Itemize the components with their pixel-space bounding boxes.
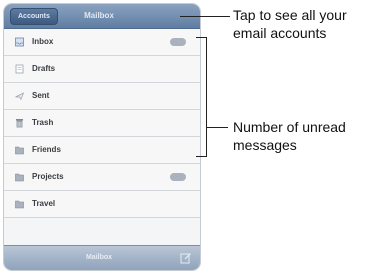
mailbox-label: Inbox xyxy=(32,37,54,46)
folder-icon xyxy=(15,199,24,209)
mailbox-row-sent[interactable]: Sent xyxy=(4,83,200,110)
unread-count-badge xyxy=(170,38,186,46)
mailbox-row-trash[interactable]: Trash xyxy=(4,110,200,137)
accounts-callout-line xyxy=(180,16,230,17)
mailbox-row-travel[interactable]: Travel xyxy=(4,191,200,218)
navbar-title: Mailbox xyxy=(84,11,114,20)
mailbox-list: Inbox Drafts Sent Trash Friends Projects… xyxy=(4,29,200,218)
callout-line-text: Tap to see all your xyxy=(233,7,347,23)
unread-callout-text: Number of unread messages xyxy=(233,118,383,154)
mailbox-label: Drafts xyxy=(32,64,56,73)
callout-line-text: messages xyxy=(233,137,297,153)
accounts-back-button[interactable]: Accounts xyxy=(10,8,58,25)
unread-bracket-top xyxy=(196,37,206,38)
trash-icon xyxy=(15,118,24,128)
callout-line-text: email accounts xyxy=(233,25,327,41)
navigation-bar: Accounts Mailbox xyxy=(4,4,200,29)
folder-icon xyxy=(15,145,24,155)
unread-bracket-bottom xyxy=(196,156,206,157)
mailbox-label: Trash xyxy=(32,118,54,127)
accounts-callout-text: Tap to see all your email accounts xyxy=(233,6,385,42)
sent-icon xyxy=(15,91,24,101)
mailbox-label: Travel xyxy=(32,199,56,208)
phone-screen: Accounts Mailbox Inbox Drafts Sent Trash… xyxy=(4,4,200,270)
inbox-icon xyxy=(15,37,24,47)
compose-icon[interactable] xyxy=(180,251,192,264)
mailbox-label: Friends xyxy=(32,145,61,154)
mailbox-row-projects[interactable]: Projects xyxy=(4,164,200,191)
mailbox-label: Sent xyxy=(32,91,50,100)
bottom-toolbar: Mailbox xyxy=(4,245,200,270)
unread-callout-line xyxy=(206,127,228,128)
unread-count-badge xyxy=(170,173,186,181)
mailbox-label: Projects xyxy=(32,172,64,181)
toolbar-label: Mailbox xyxy=(85,254,113,261)
unread-bracket-vertical xyxy=(206,37,207,157)
folder-icon xyxy=(15,172,24,182)
mailbox-row-friends[interactable]: Friends xyxy=(4,137,200,164)
mailbox-row-drafts[interactable]: Drafts xyxy=(4,56,200,83)
callout-line-text: Number of unread xyxy=(233,119,346,135)
mailbox-row-inbox[interactable]: Inbox xyxy=(4,29,200,56)
drafts-icon xyxy=(15,64,24,74)
